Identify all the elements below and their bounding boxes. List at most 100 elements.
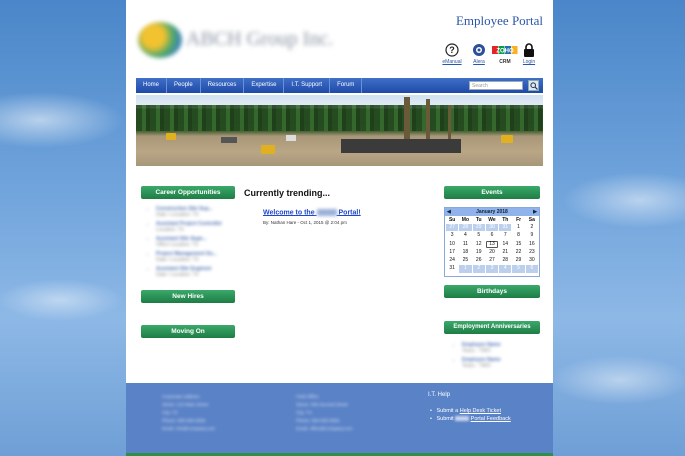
calendar-day[interactable]: 1	[512, 224, 524, 231]
quick-link-crm[interactable]: ZOHO CRM	[491, 42, 519, 65]
banner-loader	[501, 135, 513, 143]
search-icon	[529, 81, 538, 90]
calendar-day[interactable]: 5	[473, 232, 485, 239]
career-opportunities-header[interactable]: Career Opportunities	[141, 186, 235, 199]
calendar-day[interactable]: 5	[512, 265, 525, 273]
calendar-day[interactable]: 22	[512, 249, 524, 256]
calendar-day[interactable]: 1	[459, 265, 472, 273]
list-item[interactable]: Employee NameYears - TWO	[462, 342, 526, 354]
logo-mark-icon	[138, 22, 182, 58]
calendar-day[interactable]: 16	[526, 241, 538, 248]
calendar-day[interactable]: 8	[512, 232, 524, 239]
anniversaries-list: Employee NameYears - TWO Employee NameYe…	[456, 342, 526, 372]
list-item: Submit a Help Desk Ticket	[430, 407, 511, 415]
calendar-grid: Su Mo Tu We Th Fr Sa 27 28 29 30 31 1 2 3 4 5 6 7 8 9 10 11 12 1…	[445, 216, 539, 274]
calendar-day[interactable]: 30	[526, 257, 538, 264]
list-item[interactable]: Construction Site Sup...Date / Location:…	[156, 206, 238, 218]
nav-item-home[interactable]: Home	[136, 78, 168, 93]
main-navigation: Home People Resources Expertise I.T. Sup…	[136, 78, 543, 93]
trending-post-link[interactable]: Welcome to the Portal!	[263, 209, 361, 216]
nav-item-expertise[interactable]: Expertise	[244, 78, 285, 93]
portal-page: ABCH Group Inc. Employee Portal ? eManua…	[126, 0, 553, 456]
calendar-day[interactable]: 13	[485, 240, 499, 248]
calendar-day[interactable]: 2	[526, 224, 538, 231]
calendar-day[interactable]: 31	[446, 265, 458, 272]
redacted-company-name	[316, 209, 337, 216]
list-item[interactable]: Assistant Site Supe...Office Location: T…	[156, 236, 238, 248]
banner-excavator	[261, 145, 275, 154]
birthdays-header[interactable]: Birthdays	[444, 285, 540, 298]
search-input[interactable]: Search	[469, 81, 523, 90]
calendar-day[interactable]: 9	[526, 232, 538, 239]
new-hires-header[interactable]: New Hires	[141, 290, 235, 303]
calendar-day-of-week: Th	[502, 217, 509, 223]
banner-crane-mats	[341, 139, 461, 153]
calendar-day[interactable]: 17	[446, 249, 458, 256]
redacted-company-name	[455, 416, 470, 422]
logo-wordmark: ABCH Group Inc.	[186, 28, 334, 50]
calendar-day[interactable]: 12	[473, 241, 485, 248]
list-item[interactable]: Assistant Site EngineerDate / Location: …	[156, 266, 238, 278]
calendar-day[interactable]: 31	[499, 224, 512, 232]
calendar-day[interactable]: 20	[486, 249, 498, 256]
list-item[interactable]: Assistant Project ControllerLocation: TX	[156, 221, 238, 233]
calendar-day[interactable]: 21	[499, 249, 511, 256]
employment-anniversaries-header[interactable]: Employment Anniversaries	[444, 321, 540, 334]
zoho-logo-text: ZOHO	[496, 48, 514, 54]
calendar-day[interactable]: 3	[446, 232, 458, 239]
calendar-day[interactable]: 3	[485, 265, 499, 273]
events-calendar: ◀ January 2018 ▶ Su Mo Tu We Th Fr Sa 27 28 29 30 3…	[444, 207, 540, 277]
nav-item-it-support[interactable]: I.T. Support	[284, 78, 331, 93]
calendar-day[interactable]: 27	[446, 224, 459, 232]
list-item[interactable]: Project Management Su...Date / Location:…	[156, 251, 238, 263]
calendar-day[interactable]: 19	[473, 249, 485, 256]
calendar-day[interactable]: 14	[499, 241, 511, 248]
nav-item-forum[interactable]: Forum	[330, 78, 363, 93]
calendar-day[interactable]: 4	[499, 265, 512, 273]
calendar-day-of-week: Fr	[516, 217, 522, 223]
calendar-day[interactable]: 2	[472, 265, 485, 273]
moving-on-header[interactable]: Moving On	[141, 325, 235, 338]
quick-link-label: CRM	[499, 59, 511, 65]
search-button[interactable]	[528, 80, 539, 91]
calendar-day[interactable]: 30	[485, 224, 499, 232]
quick-link-emanual[interactable]: ? eManual	[439, 42, 465, 65]
quick-link-label: eManual	[442, 59, 462, 65]
calendar-day[interactable]: 23	[526, 249, 538, 256]
calendar-prev-icon[interactable]: ◀	[447, 209, 451, 215]
calendar-day[interactable]: 18	[459, 249, 471, 256]
company-logo[interactable]: ABCH Group Inc.	[134, 14, 339, 64]
banner-equipment	[286, 135, 296, 141]
calendar-day[interactable]: 11	[459, 241, 471, 248]
calendar-day[interactable]: 28	[499, 257, 511, 264]
calendar-day[interactable]: 24	[446, 257, 458, 264]
calendar-day[interactable]: 10	[446, 241, 458, 248]
it-help-list: Submit a Help Desk Ticket Submit Portal …	[430, 407, 511, 423]
calendar-day[interactable]: 29	[472, 224, 485, 232]
calendar-day[interactable]: 28	[459, 224, 472, 232]
calendar-day-of-week: Tu	[475, 217, 482, 223]
calendar-day[interactable]: 29	[512, 257, 524, 264]
header: ABCH Group Inc. Employee Portal ? eManua…	[126, 0, 553, 76]
list-item[interactable]: Employee NameYears - TWO	[462, 357, 526, 369]
calendar-day[interactable]: 7	[499, 232, 511, 239]
nav-item-resources[interactable]: Resources	[201, 78, 245, 93]
quick-link-login[interactable]: Login	[516, 42, 542, 65]
calendar-day[interactable]: 6	[486, 232, 498, 239]
calendar-day[interactable]: 25	[459, 257, 471, 264]
quick-link-alera[interactable]: Alera	[466, 42, 492, 65]
events-header[interactable]: Events	[444, 186, 540, 199]
calendar-day[interactable]: 4	[459, 232, 471, 239]
quick-link-label: Alera	[473, 59, 485, 65]
banner-equipment	[221, 137, 237, 143]
calendar-day[interactable]: 15	[512, 241, 524, 248]
help-desk-ticket-link[interactable]: Help Desk Ticket	[460, 408, 501, 414]
nav-item-people[interactable]: People	[167, 78, 201, 93]
portal-feedback-link[interactable]: Portal Feedback	[471, 416, 511, 422]
banner-excavator	[166, 133, 176, 140]
calendar-next-icon[interactable]: ▶	[533, 209, 537, 215]
calendar-day[interactable]: 6	[525, 265, 538, 273]
calendar-day[interactable]: 26	[473, 257, 485, 264]
calendar-day[interactable]: 27	[486, 257, 498, 264]
it-help-title: I.T. Help	[428, 392, 451, 398]
